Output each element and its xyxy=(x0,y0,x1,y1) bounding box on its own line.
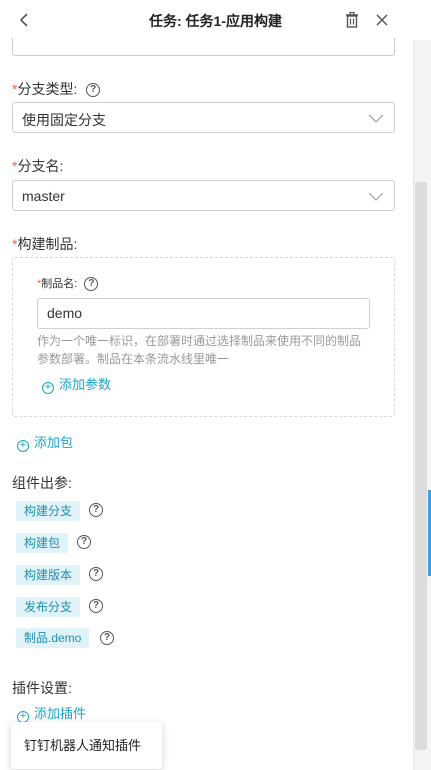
chevron-down-icon xyxy=(368,192,384,201)
add-param-button[interactable]: + 添加参数 xyxy=(42,374,111,394)
branch-name-label: *分支名: xyxy=(12,158,64,174)
drawer-header: 任务: 任务1-应用构建 xyxy=(0,0,431,40)
output-tag: 构建版本 xyxy=(16,565,81,585)
scrollbar-thumb[interactable] xyxy=(415,182,427,750)
branch-name-value: master xyxy=(22,188,65,204)
add-plugin-button[interactable]: + 添加插件 xyxy=(17,703,86,723)
help-icon[interactable]: ? xyxy=(89,599,103,613)
close-icon[interactable] xyxy=(374,11,390,29)
branch-type-label: *分支类型: ? xyxy=(12,79,101,99)
delete-icon[interactable] xyxy=(344,11,360,29)
help-icon[interactable]: ? xyxy=(89,567,103,581)
output-tag: 制品.demo xyxy=(16,628,90,648)
branch-type-value: 使用固定分支 xyxy=(22,112,106,128)
artifact-name-label: *制品名: ? xyxy=(37,275,99,292)
help-icon[interactable]: ? xyxy=(89,503,103,517)
help-icon[interactable]: ? xyxy=(84,277,99,292)
plus-circle-icon: + xyxy=(17,440,29,452)
artifact-name-input[interactable]: demo xyxy=(37,298,370,329)
help-icon[interactable]: ? xyxy=(86,83,101,98)
drawer-title: 任务: 任务1-应用构建 xyxy=(149,13,282,29)
chevron-down-icon xyxy=(368,114,384,123)
output-tag: 构建分支 xyxy=(16,501,81,521)
artifact-hint-line-2: 参数部署。制品在本条流水线里唯一 xyxy=(37,352,230,366)
output-tag: 构建包 xyxy=(16,533,69,553)
output-tag: 发布分支 xyxy=(16,597,81,617)
help-icon[interactable]: ? xyxy=(77,535,91,549)
outputs-label: 组件出参: xyxy=(12,475,72,491)
artifact-hint-line-1: 作为一个唯一标识，在部署时通过选择制品来使用不同的制品 xyxy=(37,334,362,348)
add-package-button[interactable]: + 添加包 xyxy=(17,432,73,452)
artifact-label: *构建制品: xyxy=(12,236,78,252)
plugin-menu-item[interactable]: 钉钉机器人通知插件 xyxy=(11,722,162,769)
help-icon[interactable]: ? xyxy=(100,631,114,645)
branch-name-select[interactable]: master xyxy=(12,180,395,211)
plugins-label: 插件设置: xyxy=(12,680,72,696)
previous-field-input[interactable] xyxy=(12,38,395,56)
plus-circle-icon: + xyxy=(42,382,54,394)
branch-type-select[interactable]: 使用固定分支 xyxy=(12,102,395,133)
